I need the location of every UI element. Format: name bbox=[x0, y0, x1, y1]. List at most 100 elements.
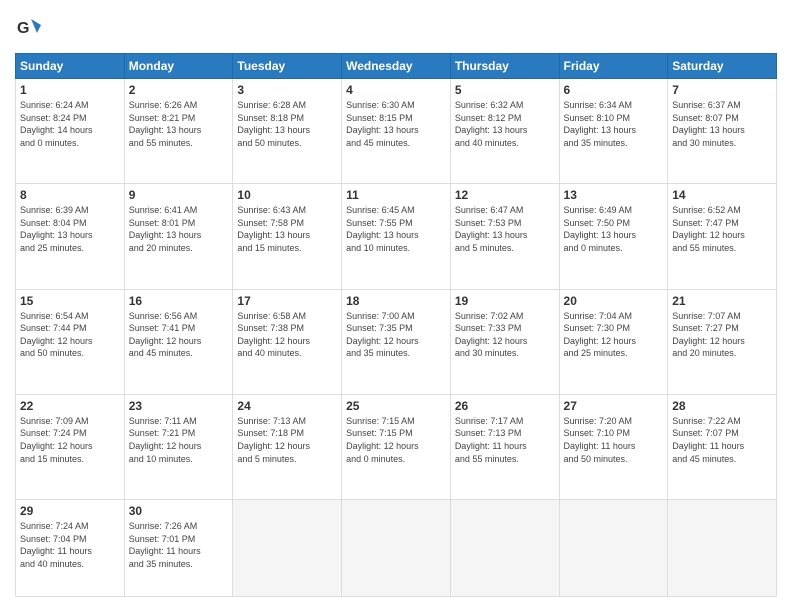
calendar-cell: 16 Sunrise: 6:56 AM Sunset: 7:41 PM Dayli… bbox=[124, 289, 233, 394]
day-detail: Sunrise: 6:43 AM Sunset: 7:58 PM Dayligh… bbox=[237, 204, 337, 254]
day-detail: Sunrise: 7:13 AM Sunset: 7:18 PM Dayligh… bbox=[237, 415, 337, 465]
calendar-week-row: 22 Sunrise: 7:09 AM Sunset: 7:24 PM Dayli… bbox=[16, 394, 777, 499]
day-detail: Sunrise: 7:07 AM Sunset: 7:27 PM Dayligh… bbox=[672, 310, 772, 360]
day-detail: Sunrise: 6:56 AM Sunset: 7:41 PM Dayligh… bbox=[129, 310, 229, 360]
calendar-cell: 30 Sunrise: 7:26 AM Sunset: 7:01 PM Dayli… bbox=[124, 500, 233, 597]
day-of-week-header: Wednesday bbox=[342, 54, 451, 79]
day-detail: Sunrise: 6:24 AM Sunset: 8:24 PM Dayligh… bbox=[20, 99, 120, 149]
calendar-cell: 2 Sunrise: 6:26 AM Sunset: 8:21 PM Daylig… bbox=[124, 79, 233, 184]
day-number: 16 bbox=[129, 294, 229, 308]
day-detail: Sunrise: 6:52 AM Sunset: 7:47 PM Dayligh… bbox=[672, 204, 772, 254]
calendar-cell: 29Sunrise: 7:24 AM Sunset: 7:04 PM Dayli… bbox=[16, 500, 125, 597]
day-detail: Sunrise: 7:02 AM Sunset: 7:33 PM Dayligh… bbox=[455, 310, 555, 360]
calendar-cell: 17 Sunrise: 6:58 AM Sunset: 7:38 PM Dayli… bbox=[233, 289, 342, 394]
day-number: 20 bbox=[564, 294, 664, 308]
day-detail: Sunrise: 7:17 AM Sunset: 7:13 PM Dayligh… bbox=[455, 415, 555, 465]
calendar-cell: 15 Sunrise: 6:54 AM Sunset: 7:44 PM Dayli… bbox=[16, 289, 125, 394]
calendar-cell: 1 Sunrise: 6:24 AM Sunset: 8:24 PM Daylig… bbox=[16, 79, 125, 184]
day-number: 25 bbox=[346, 399, 446, 413]
calendar-cell: 12 Sunrise: 6:47 AM Sunset: 7:53 PM Dayli… bbox=[450, 184, 559, 289]
day-detail: Sunrise: 7:22 AM Sunset: 7:07 PM Dayligh… bbox=[672, 415, 772, 465]
calendar-week-row: 1 Sunrise: 6:24 AM Sunset: 8:24 PM Daylig… bbox=[16, 79, 777, 184]
calendar-cell: 10 Sunrise: 6:43 AM Sunset: 7:58 PM Dayli… bbox=[233, 184, 342, 289]
calendar-cell bbox=[668, 500, 777, 597]
day-detail: Sunrise: 6:45 AM Sunset: 7:55 PM Dayligh… bbox=[346, 204, 446, 254]
day-number: 30 bbox=[129, 504, 229, 518]
calendar-cell: 8Sunrise: 6:39 AM Sunset: 8:04 PM Daylig… bbox=[16, 184, 125, 289]
day-number: 15 bbox=[20, 294, 120, 308]
calendar-week-row: 29Sunrise: 7:24 AM Sunset: 7:04 PM Dayli… bbox=[16, 500, 777, 597]
day-number: 12 bbox=[455, 188, 555, 202]
day-number: 24 bbox=[237, 399, 337, 413]
calendar-table: SundayMondayTuesdayWednesdayThursdayFrid… bbox=[15, 53, 777, 597]
day-number: 9 bbox=[129, 188, 229, 202]
day-number: 5 bbox=[455, 83, 555, 97]
day-number: 26 bbox=[455, 399, 555, 413]
calendar-cell: 27 Sunrise: 7:20 AM Sunset: 7:10 PM Dayli… bbox=[559, 394, 668, 499]
calendar-cell: 22 Sunrise: 7:09 AM Sunset: 7:24 PM Dayli… bbox=[16, 394, 125, 499]
calendar-cell bbox=[450, 500, 559, 597]
day-number: 10 bbox=[237, 188, 337, 202]
calendar-cell: 19 Sunrise: 7:02 AM Sunset: 7:33 PM Dayli… bbox=[450, 289, 559, 394]
calendar-week-row: 15 Sunrise: 6:54 AM Sunset: 7:44 PM Dayli… bbox=[16, 289, 777, 394]
calendar-cell: 28Sunrise: 7:22 AM Sunset: 7:07 PM Dayli… bbox=[668, 394, 777, 499]
calendar-cell: 3 Sunrise: 6:28 AM Sunset: 8:18 PM Daylig… bbox=[233, 79, 342, 184]
day-detail: Sunrise: 7:11 AM Sunset: 7:21 PM Dayligh… bbox=[129, 415, 229, 465]
days-of-week-row: SundayMondayTuesdayWednesdayThursdayFrid… bbox=[16, 54, 777, 79]
day-detail: Sunrise: 6:49 AM Sunset: 7:50 PM Dayligh… bbox=[564, 204, 664, 254]
logo-icon: G bbox=[15, 15, 43, 43]
day-number: 19 bbox=[455, 294, 555, 308]
day-number: 14 bbox=[672, 188, 772, 202]
day-number: 22 bbox=[20, 399, 120, 413]
day-detail: Sunrise: 6:34 AM Sunset: 8:10 PM Dayligh… bbox=[564, 99, 664, 149]
day-detail: Sunrise: 6:32 AM Sunset: 8:12 PM Dayligh… bbox=[455, 99, 555, 149]
day-detail: Sunrise: 6:39 AM Sunset: 8:04 PM Dayligh… bbox=[20, 204, 120, 254]
day-number: 23 bbox=[129, 399, 229, 413]
logo: G bbox=[15, 15, 47, 43]
day-detail: Sunrise: 6:54 AM Sunset: 7:44 PM Dayligh… bbox=[20, 310, 120, 360]
page: G SundayMondayTuesdayWednesdayThursdayFr… bbox=[0, 0, 792, 612]
calendar-cell: 21Sunrise: 7:07 AM Sunset: 7:27 PM Dayli… bbox=[668, 289, 777, 394]
day-detail: Sunrise: 6:28 AM Sunset: 8:18 PM Dayligh… bbox=[237, 99, 337, 149]
day-detail: Sunrise: 7:00 AM Sunset: 7:35 PM Dayligh… bbox=[346, 310, 446, 360]
day-number: 18 bbox=[346, 294, 446, 308]
day-number: 27 bbox=[564, 399, 664, 413]
calendar-cell: 26 Sunrise: 7:17 AM Sunset: 7:13 PM Dayli… bbox=[450, 394, 559, 499]
calendar-cell: 13Sunrise: 6:49 AM Sunset: 7:50 PM Dayli… bbox=[559, 184, 668, 289]
day-of-week-header: Monday bbox=[124, 54, 233, 79]
calendar-cell bbox=[559, 500, 668, 597]
day-of-week-header: Friday bbox=[559, 54, 668, 79]
calendar-cell: 24 Sunrise: 7:13 AM Sunset: 7:18 PM Dayli… bbox=[233, 394, 342, 499]
day-number: 6 bbox=[564, 83, 664, 97]
calendar-cell: 23 Sunrise: 7:11 AM Sunset: 7:21 PM Dayli… bbox=[124, 394, 233, 499]
day-number: 17 bbox=[237, 294, 337, 308]
calendar-cell: 20 Sunrise: 7:04 AM Sunset: 7:30 PM Dayli… bbox=[559, 289, 668, 394]
day-detail: Sunrise: 6:47 AM Sunset: 7:53 PM Dayligh… bbox=[455, 204, 555, 254]
calendar-cell: 6 Sunrise: 6:34 AM Sunset: 8:10 PM Daylig… bbox=[559, 79, 668, 184]
day-detail: Sunrise: 6:41 AM Sunset: 8:01 PM Dayligh… bbox=[129, 204, 229, 254]
day-detail: Sunrise: 6:37 AM Sunset: 8:07 PM Dayligh… bbox=[672, 99, 772, 149]
day-detail: Sunrise: 7:20 AM Sunset: 7:10 PM Dayligh… bbox=[564, 415, 664, 465]
day-number: 29 bbox=[20, 504, 120, 518]
day-detail: Sunrise: 7:09 AM Sunset: 7:24 PM Dayligh… bbox=[20, 415, 120, 465]
calendar-week-row: 8Sunrise: 6:39 AM Sunset: 8:04 PM Daylig… bbox=[16, 184, 777, 289]
calendar-cell bbox=[342, 500, 451, 597]
day-number: 1 bbox=[20, 83, 120, 97]
day-number: 7 bbox=[672, 83, 772, 97]
svg-text:G: G bbox=[17, 20, 29, 37]
day-number: 3 bbox=[237, 83, 337, 97]
calendar-body: 1 Sunrise: 6:24 AM Sunset: 8:24 PM Daylig… bbox=[16, 79, 777, 597]
day-detail: Sunrise: 6:58 AM Sunset: 7:38 PM Dayligh… bbox=[237, 310, 337, 360]
calendar-cell: 25Sunrise: 7:15 AM Sunset: 7:15 PM Dayli… bbox=[342, 394, 451, 499]
day-number: 2 bbox=[129, 83, 229, 97]
calendar-cell: 4Sunrise: 6:30 AM Sunset: 8:15 PM Daylig… bbox=[342, 79, 451, 184]
calendar-cell: 7 Sunrise: 6:37 AM Sunset: 8:07 PM Daylig… bbox=[668, 79, 777, 184]
day-detail: Sunrise: 7:04 AM Sunset: 7:30 PM Dayligh… bbox=[564, 310, 664, 360]
day-detail: Sunrise: 7:26 AM Sunset: 7:01 PM Dayligh… bbox=[129, 520, 229, 570]
day-of-week-header: Sunday bbox=[16, 54, 125, 79]
day-detail: Sunrise: 6:26 AM Sunset: 8:21 PM Dayligh… bbox=[129, 99, 229, 149]
calendar-cell: 18 Sunrise: 7:00 AM Sunset: 7:35 PM Dayli… bbox=[342, 289, 451, 394]
day-of-week-header: Thursday bbox=[450, 54, 559, 79]
day-of-week-header: Tuesday bbox=[233, 54, 342, 79]
calendar-cell: 11Sunrise: 6:45 AM Sunset: 7:55 PM Dayli… bbox=[342, 184, 451, 289]
